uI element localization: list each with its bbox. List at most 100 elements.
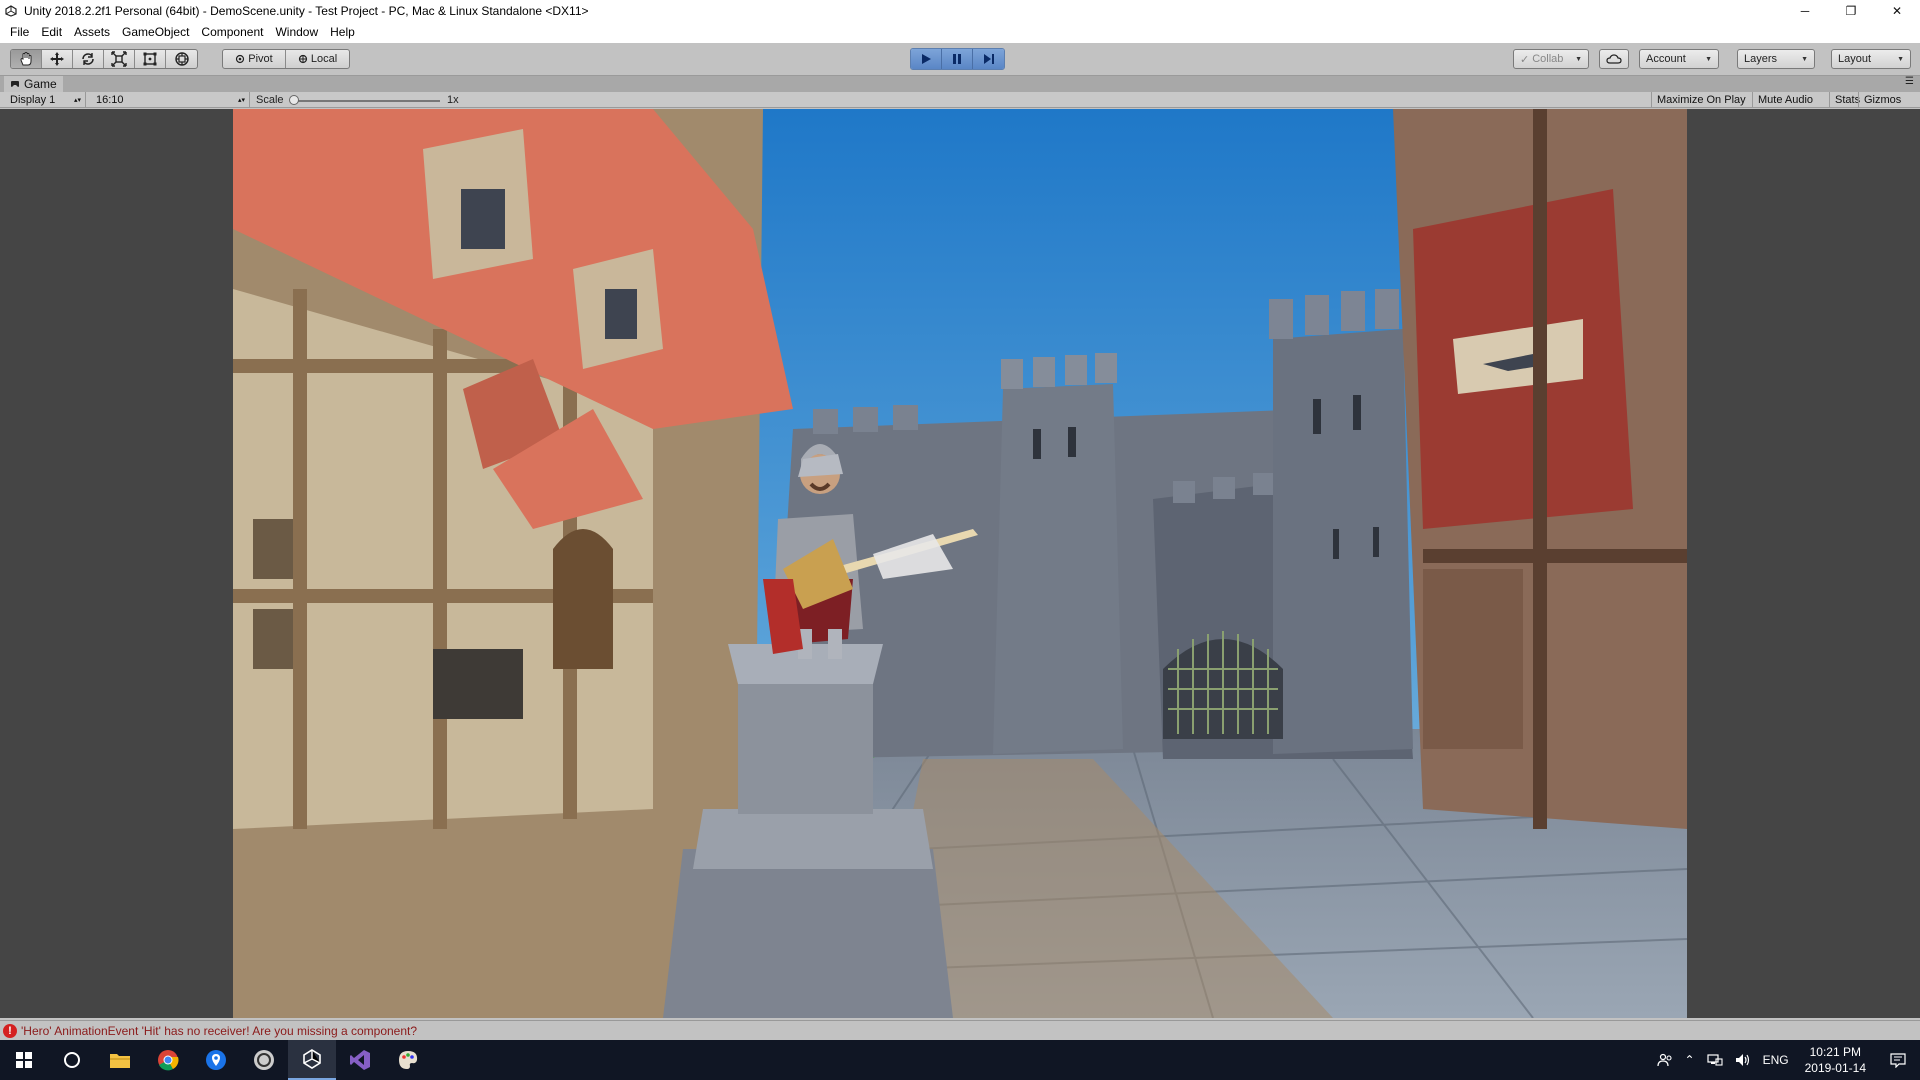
layers-dropdown[interactable]: Layers ▼ (1737, 49, 1815, 69)
maximize-button[interactable]: ❐ (1828, 0, 1874, 21)
clock[interactable]: 10:21 PM 2019-01-14 (1795, 1044, 1876, 1076)
game-render[interactable] (233, 109, 1687, 1018)
menu-window[interactable]: Window (269, 21, 324, 43)
network-icon[interactable] (1701, 1053, 1729, 1067)
menu-file[interactable]: File (4, 21, 35, 43)
chevron-down-icon: ▼ (1801, 55, 1808, 63)
scale-icon (111, 51, 127, 67)
play-icon (922, 54, 931, 64)
layout-label: Layout (1838, 53, 1872, 65)
menu-edit[interactable]: Edit (35, 21, 68, 43)
chevron-up-icon[interactable]: ⌃ (1679, 1053, 1701, 1067)
transform-tool-button[interactable] (166, 50, 197, 68)
main-toolbar: Pivot Local ✓ Collab ▼ Account ▼ Layers … (0, 43, 1920, 76)
aspect-dropdown[interactable]: 16:10 ▴▾ (90, 92, 250, 108)
status-message: 'Hero' AnimationEvent 'Hit' has no recei… (21, 1023, 418, 1038)
local-label: Local (310, 53, 338, 65)
clock-date: 2019-01-14 (1804, 1061, 1866, 1075)
collab-dropdown[interactable]: ✓ Collab ▼ (1513, 49, 1589, 69)
system-tray: ⌃ ENG 10:21 PM 2019-01-14 (1651, 1040, 1920, 1080)
cloud-icon (1606, 54, 1622, 64)
local-icon (298, 54, 307, 64)
hand-tool-button[interactable] (11, 50, 42, 68)
layers-label: Layers (1744, 53, 1778, 65)
menu-gameobject[interactable]: GameObject (116, 21, 195, 43)
language-indicator[interactable]: ENG (1757, 1053, 1795, 1067)
mute-audio-toggle[interactable]: Mute Audio (1752, 92, 1818, 108)
cortana-circle-icon (64, 1052, 80, 1068)
tab-menu-icon[interactable]: ☰ (1905, 76, 1914, 87)
pivot-toggle[interactable]: Pivot (223, 50, 286, 68)
game-view-toolbar: Display 1 ▴▾ 16:10 ▴▾ Scale 1x Maximize … (0, 92, 1920, 108)
step-button[interactable] (973, 49, 1004, 69)
map-pin-icon (206, 1050, 226, 1070)
notifications-icon[interactable] (1876, 1052, 1920, 1068)
play-button[interactable] (911, 49, 942, 69)
console-status-bar[interactable]: ! 'Hero' AnimationEvent 'Hit' has no rec… (0, 1020, 1920, 1040)
taskbar-unity-editor[interactable] (288, 1040, 336, 1080)
unity-logo-icon (4, 4, 18, 18)
tab-game[interactable]: Game (4, 76, 63, 92)
transform-tools (10, 49, 198, 69)
taskbar-file-explorer[interactable] (96, 1040, 144, 1080)
taskbar-maps[interactable] (192, 1040, 240, 1080)
folder-icon (110, 1054, 130, 1068)
menu-help[interactable]: Help (324, 21, 361, 43)
maximize-on-play-toggle[interactable]: Maximize On Play (1651, 92, 1751, 108)
collab-label: Collab (1532, 53, 1564, 65)
transform-icon (174, 52, 189, 66)
taskbar-unity-hub[interactable] (240, 1040, 288, 1080)
minimize-button[interactable]: ─ (1782, 0, 1828, 21)
account-label: Account (1646, 53, 1686, 65)
chevron-down-icon: ▼ (1897, 55, 1904, 63)
windows-taskbar: ⌃ ENG 10:21 PM 2019-01-14 (0, 1040, 1920, 1080)
taskbar-chrome[interactable] (144, 1040, 192, 1080)
gizmos-dropdown[interactable]: Gizmos (1858, 92, 1906, 108)
volume-icon[interactable] (1729, 1053, 1757, 1067)
chevron-down-icon: ▼ (1575, 55, 1582, 63)
layout-dropdown[interactable]: Layout ▼ (1831, 49, 1911, 69)
pause-icon (953, 54, 961, 64)
display-label: Display 1 (10, 94, 56, 106)
close-button[interactable]: ✕ (1874, 0, 1920, 21)
menu-component[interactable]: Component (195, 21, 269, 43)
display-dropdown[interactable]: Display 1 ▴▾ (4, 92, 86, 108)
scale-slider-thumb[interactable] (289, 95, 299, 105)
pivot-label: Pivot (248, 53, 273, 65)
cloud-button[interactable] (1599, 49, 1629, 69)
playback-controls (910, 48, 1005, 70)
chevron-updown-icon: ▴▾ (237, 97, 245, 104)
rotate-tool-button[interactable] (73, 50, 104, 68)
taskbar-paint[interactable] (384, 1040, 432, 1080)
cortana-button[interactable] (48, 1040, 96, 1080)
dock-tab-bar: Game ☰ (0, 76, 1920, 92)
game-controller-icon (11, 81, 19, 87)
account-dropdown[interactable]: Account ▼ (1639, 49, 1719, 69)
scene-render-image (233, 109, 1687, 1018)
pivot-icon (236, 54, 245, 64)
visual-studio-icon (350, 1050, 370, 1070)
scale-tool-button[interactable] (104, 50, 135, 68)
windows-logo-icon (16, 1052, 32, 1068)
window-title: Unity 2018.2.2f1 Personal (64bit) - Demo… (24, 3, 589, 18)
step-icon (983, 54, 994, 64)
menu-assets[interactable]: Assets (68, 21, 116, 43)
scale-slider-track[interactable] (290, 100, 440, 102)
game-viewport[interactable] (0, 109, 1920, 1018)
paint-palette-icon (399, 1051, 418, 1069)
people-icon[interactable] (1651, 1052, 1679, 1068)
move-tool-button[interactable] (42, 50, 73, 68)
pause-button[interactable] (942, 49, 973, 69)
pivot-local-toggles: Pivot Local (222, 49, 350, 69)
chevron-updown-icon: ▴▾ (73, 97, 81, 104)
rotate-icon (82, 53, 94, 65)
menu-bar: File Edit Assets GameObject Component Wi… (0, 21, 1920, 43)
local-toggle[interactable]: Local (286, 50, 349, 68)
taskbar-visual-studio[interactable] (336, 1040, 384, 1080)
hand-icon (20, 52, 32, 66)
scale-value: 1x (447, 94, 459, 106)
start-button[interactable] (0, 1040, 48, 1080)
error-icon: ! (3, 1023, 17, 1038)
scale-label: Scale (256, 94, 284, 106)
rect-tool-button[interactable] (135, 50, 166, 68)
